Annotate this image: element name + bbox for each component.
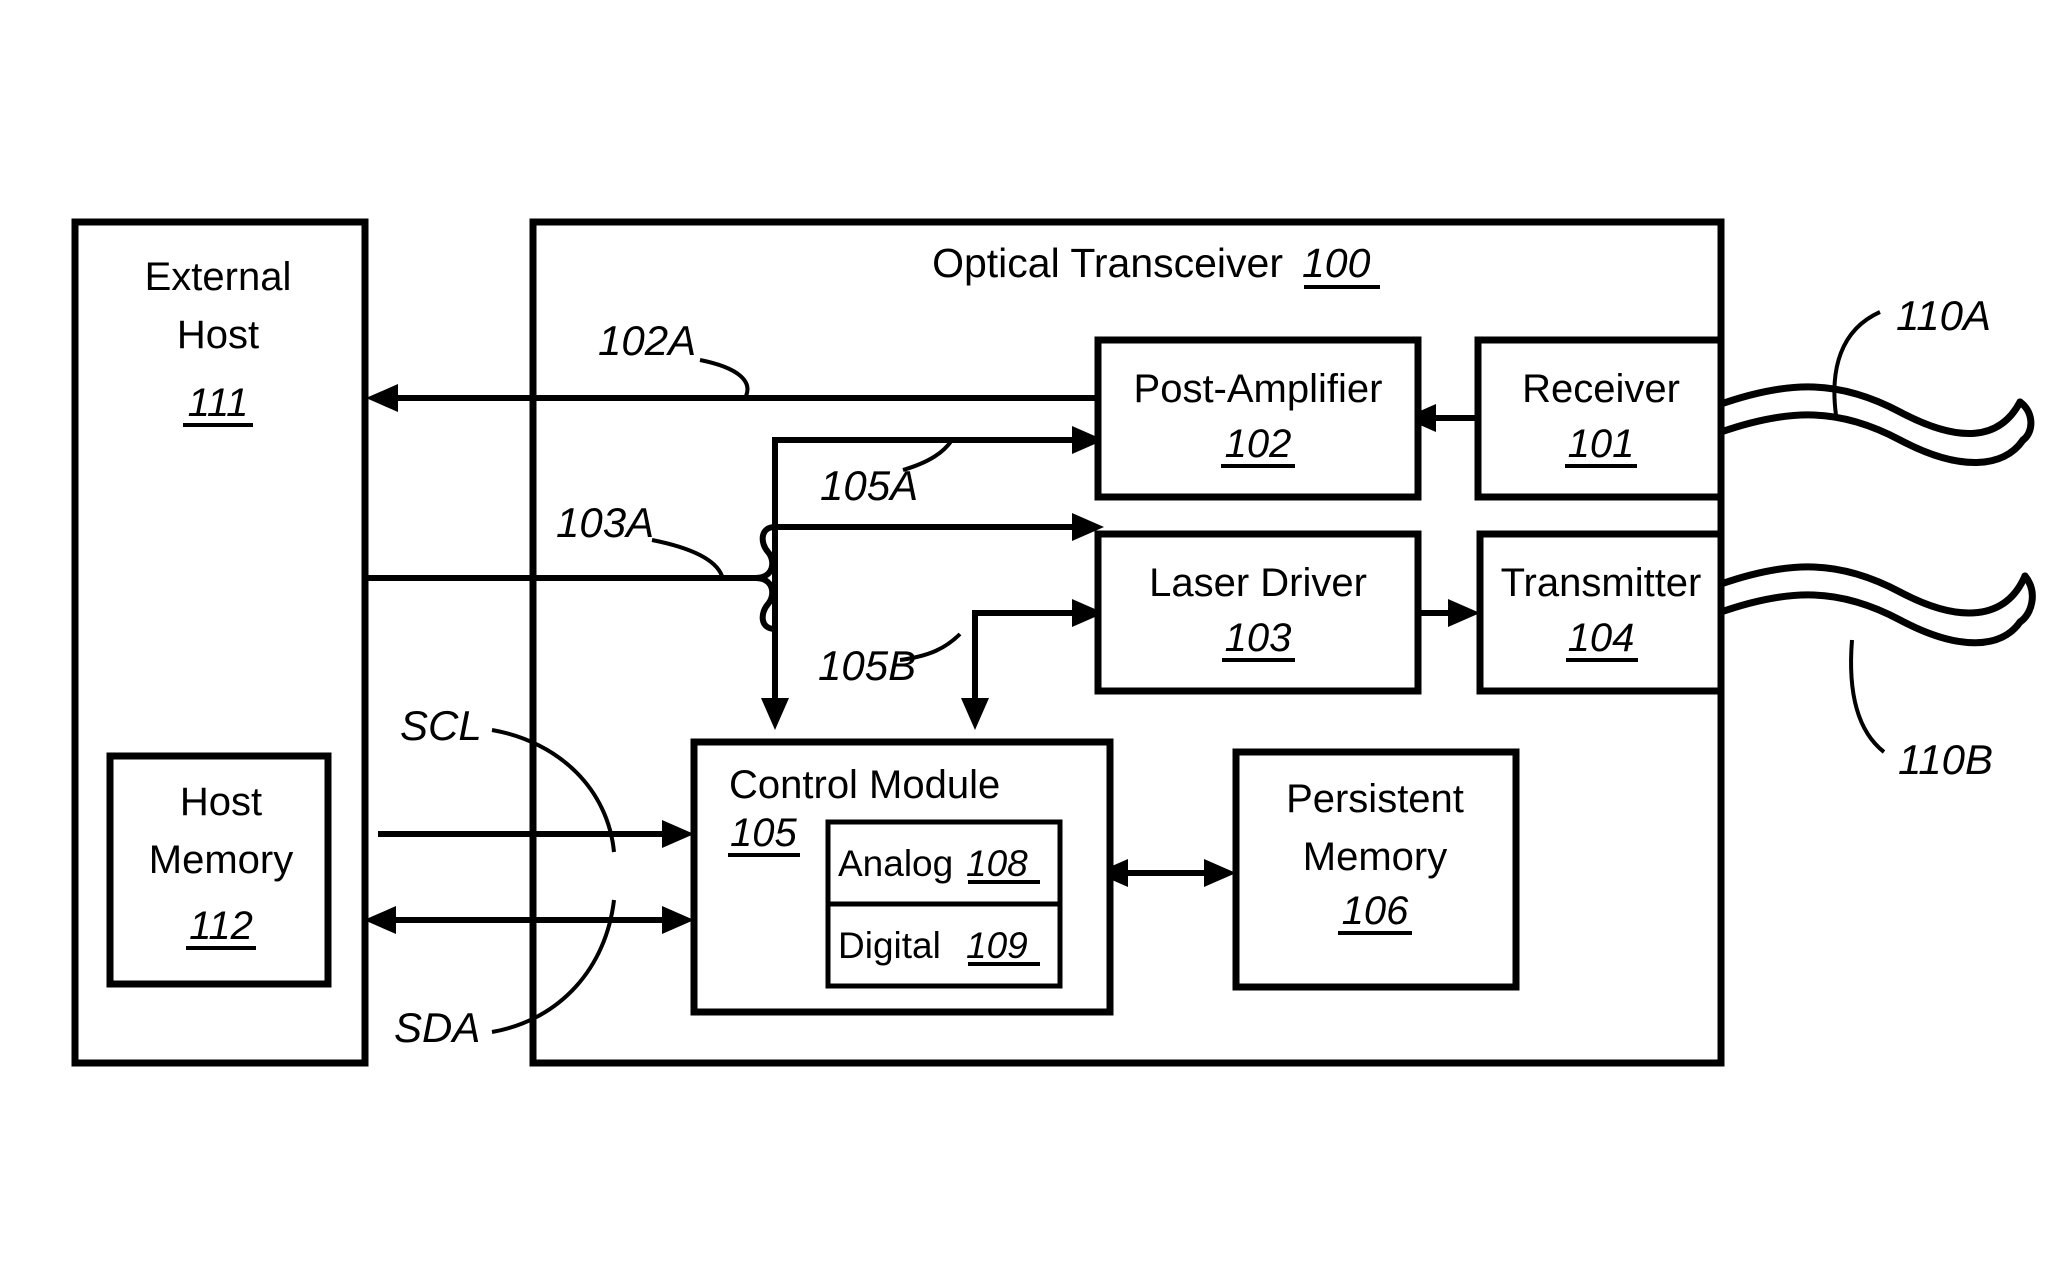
fiber-110a-lower-edge bbox=[1717, 411, 2027, 466]
label-sda: SDA bbox=[394, 1004, 480, 1051]
control-module-label: Control Module bbox=[729, 763, 1000, 807]
fiber-110b-lower-edge bbox=[1717, 591, 2024, 647]
laser-driver-ref: 103 bbox=[1225, 616, 1292, 660]
figure-canvas: Optical Transceiver 100 External Host 11… bbox=[0, 0, 2064, 1264]
host-memory-label-line2: Memory bbox=[149, 838, 293, 882]
post-amplifier-box[interactable] bbox=[1094, 336, 1422, 501]
callout-110b: 110B bbox=[1898, 736, 1993, 783]
callout-110a: 110A bbox=[1896, 292, 1991, 339]
persistent-memory-ref: 106 bbox=[1342, 889, 1409, 933]
callout-105b: 105B bbox=[818, 642, 916, 689]
optical-transceiver-ref: 100 bbox=[1302, 240, 1371, 286]
persistent-memory-label-line2: Memory bbox=[1303, 835, 1447, 879]
post-amplifier-label: Post-Amplifier bbox=[1134, 367, 1383, 411]
leader-110b bbox=[1849, 639, 1886, 754]
transmitter-box[interactable] bbox=[1476, 530, 1725, 695]
receiver-box[interactable] bbox=[1474, 336, 1725, 501]
post-amplifier-ref: 102 bbox=[1225, 422, 1292, 466]
laser-driver-box[interactable] bbox=[1094, 530, 1422, 695]
callout-105a: 105A bbox=[820, 462, 918, 509]
optical-transceiver-title: Optical Transceiver bbox=[932, 240, 1283, 286]
digital-ref: 109 bbox=[966, 925, 1028, 966]
external-host-ref: 111 bbox=[188, 381, 249, 425]
arrowhead-to-external-host bbox=[366, 384, 398, 412]
transmitter-label: Transmitter bbox=[1501, 561, 1702, 605]
callout-103a: 103A bbox=[556, 499, 654, 546]
receiver-ref: 101 bbox=[1568, 422, 1635, 466]
digital-label: Digital bbox=[838, 925, 941, 966]
arrowhead-sda-to-host bbox=[364, 906, 396, 934]
block-diagram-svg: Optical Transceiver 100 External Host 11… bbox=[71, 218, 2036, 1067]
label-scl: SCL bbox=[400, 702, 482, 749]
fiber-110a-end-cap bbox=[2016, 398, 2035, 444]
host-memory-label-line1: Host bbox=[180, 780, 262, 824]
analog-ref: 108 bbox=[966, 843, 1028, 884]
analog-label: Analog bbox=[838, 843, 953, 884]
control-module-ref: 105 bbox=[730, 811, 797, 855]
external-host-label-line1: External bbox=[145, 255, 292, 299]
callout-102a: 102A bbox=[598, 317, 696, 364]
host-memory-ref: 112 bbox=[189, 904, 253, 948]
transmitter-ref: 104 bbox=[1568, 616, 1635, 660]
laser-driver-label: Laser Driver bbox=[1149, 561, 1367, 605]
receiver-label: Receiver bbox=[1522, 367, 1680, 411]
persistent-memory-label-line1: Persistent bbox=[1286, 777, 1464, 821]
external-host-label-line2: Host bbox=[177, 313, 259, 357]
